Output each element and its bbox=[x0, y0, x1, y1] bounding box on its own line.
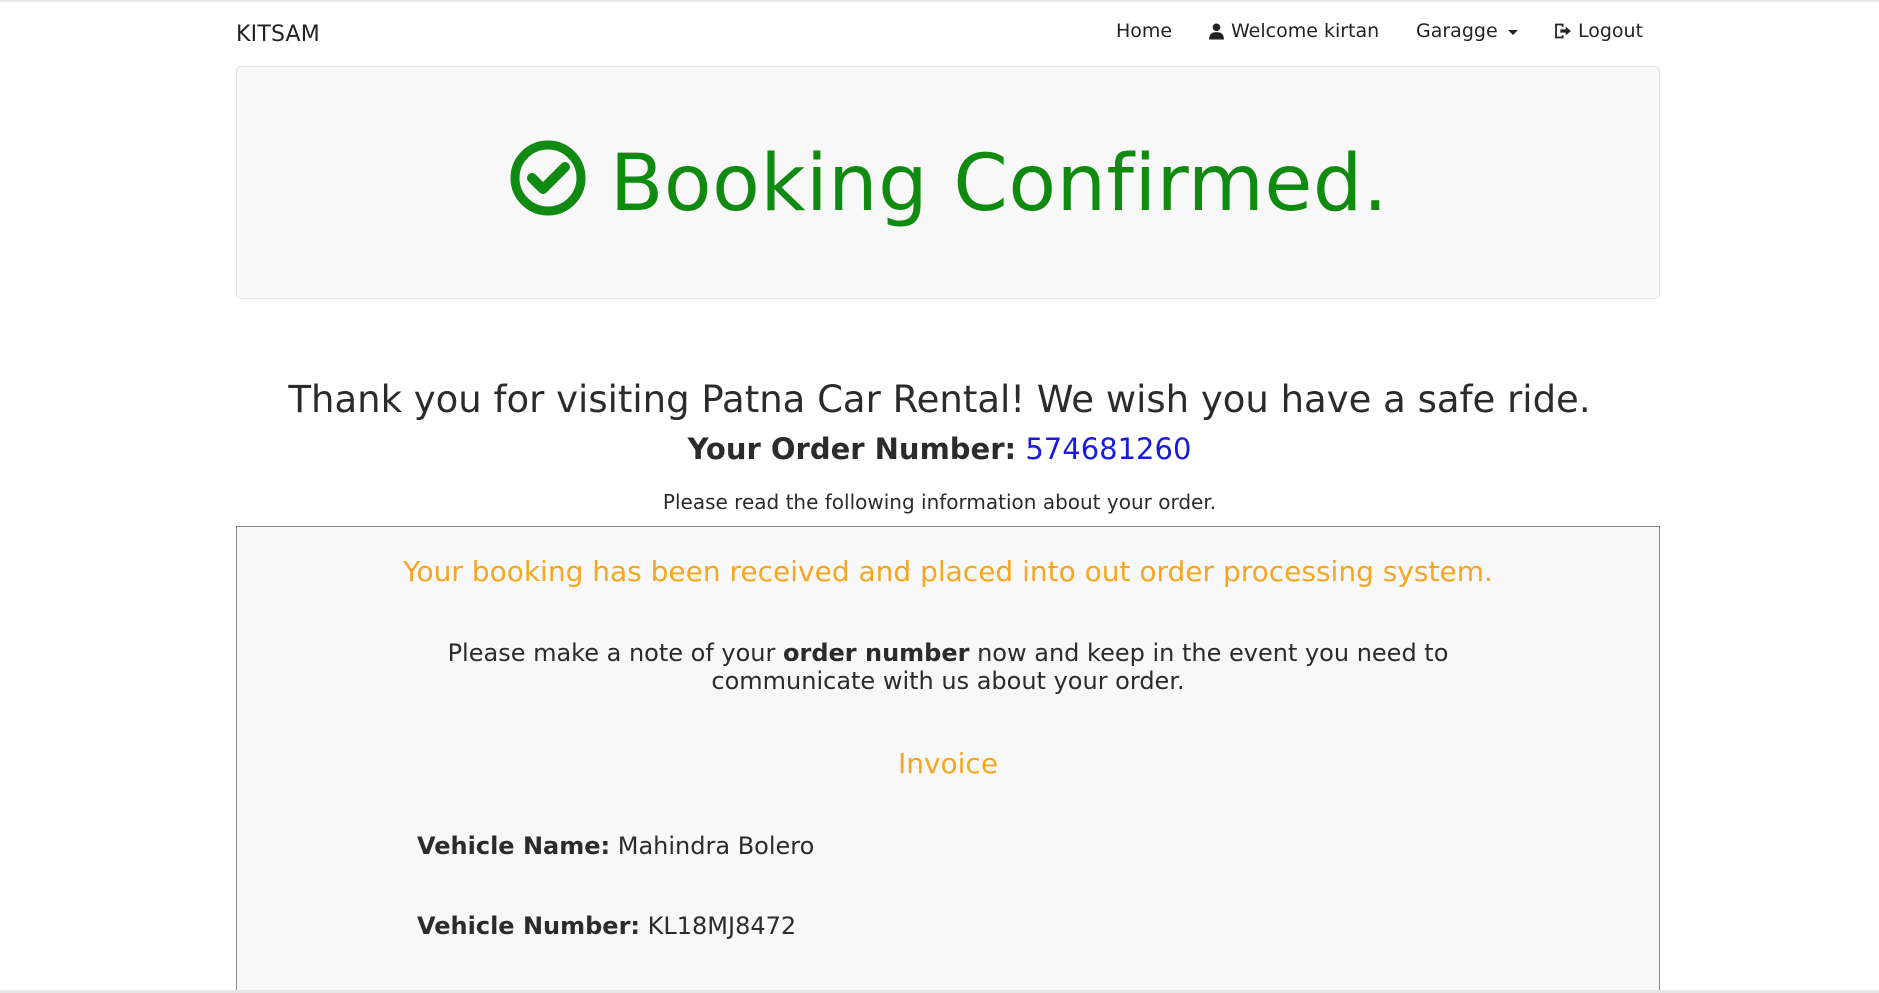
nav-welcome-link[interactable]: Welcome kirtan bbox=[1208, 20, 1379, 42]
order-number-label: Your Order Number: bbox=[687, 432, 1017, 466]
order-number-line: Your Order Number: 574681260 bbox=[0, 432, 1879, 466]
booking-received-message: Your booking has been received and place… bbox=[403, 555, 1493, 588]
order-note: Please make a note of your order number … bbox=[387, 639, 1509, 695]
nav-menu: Home Welcome kirtan Garagge Logout bbox=[0, 20, 1879, 46]
nav-logout-link[interactable]: Logout bbox=[1553, 20, 1643, 42]
vehicle-name-value: Mahindra Bolero bbox=[617, 832, 815, 860]
thank-you-message: Thank you for visiting Patna Car Rental!… bbox=[288, 378, 1591, 421]
order-note-before: Please make a note of your bbox=[447, 639, 784, 667]
check-circle-icon bbox=[510, 140, 586, 216]
nav-garage-dropdown[interactable]: Garagge bbox=[1416, 20, 1518, 42]
chevron-down-icon bbox=[1507, 29, 1518, 35]
confirmation-banner: Booking Confirmed. bbox=[236, 66, 1660, 299]
read-info-text: Please read the following information ab… bbox=[662, 490, 1217, 514]
nav-welcome-label: Welcome kirtan bbox=[1231, 20, 1380, 42]
nav-garage-label: Garagge bbox=[1416, 20, 1498, 42]
order-info-panel: Your booking has been received and place… bbox=[236, 526, 1660, 993]
nav-home-link[interactable]: Home bbox=[1116, 20, 1172, 42]
nav-home-label: Home bbox=[1116, 20, 1173, 42]
user-icon bbox=[1209, 23, 1224, 40]
vehicle-number-field: Vehicle Number: KL18MJ8472 bbox=[417, 912, 796, 940]
order-number-value: 574681260 bbox=[1025, 432, 1192, 466]
confirmation-heading: Booking Confirmed. bbox=[237, 139, 1659, 229]
nav-logout-label: Logout bbox=[1578, 20, 1644, 42]
order-note-bold: order number bbox=[783, 639, 970, 667]
page-title: Booking Confirmed. bbox=[609, 139, 1389, 229]
vehicle-number-value: KL18MJ8472 bbox=[647, 912, 797, 940]
vehicle-number-label: Vehicle Number: bbox=[417, 912, 641, 940]
vehicle-name-label: Vehicle Name: bbox=[417, 832, 611, 860]
vehicle-name-field: Vehicle Name: Mahindra Bolero bbox=[417, 832, 814, 860]
invoice-heading: Invoice bbox=[897, 747, 999, 780]
logout-icon bbox=[1555, 23, 1571, 39]
